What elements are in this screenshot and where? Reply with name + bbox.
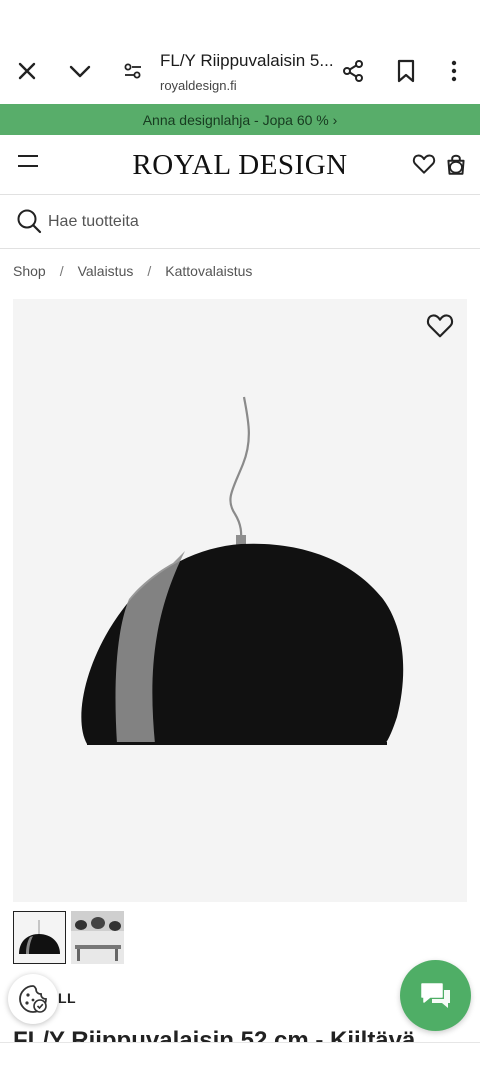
breadcrumb-valaistus[interactable]: Valaistus <box>78 263 134 279</box>
breadcrumb-separator: / <box>147 263 152 279</box>
bookmark-icon[interactable] <box>386 51 426 91</box>
page-settings-icon[interactable] <box>113 51 153 91</box>
search-icon[interactable] <box>16 208 42 239</box>
site-header: ROYAL DESIGN <box>0 135 480 195</box>
heart-icon[interactable] <box>411 151 439 179</box>
chevron-down-icon[interactable] <box>60 51 100 91</box>
browser-toolbar: FL/Y Riippuvalaisin 5... royaldesign.fi <box>0 0 480 104</box>
breadcrumb-shop[interactable]: Shop <box>13 263 46 279</box>
more-vert-icon[interactable] <box>434 51 474 91</box>
thumbnail-lamp-image <box>14 912 65 963</box>
pendant-lamp-illustration <box>81 396 404 745</box>
close-icon[interactable] <box>7 51 47 91</box>
bag-icon[interactable] <box>443 151 471 179</box>
product-title: FL/Y Riippuvalaisin 52 cm - Kiiltävä <box>13 1030 473 1042</box>
chat-icon <box>420 982 450 1008</box>
cookie-settings-icon[interactable] <box>8 974 58 1024</box>
thumbnail-interior-image <box>71 911 124 964</box>
promo-banner[interactable]: Anna designlahja - Jopa 60 % › <box>0 104 480 135</box>
product-title-text: FL/Y Riippuvalaisin 52 cm - Kiiltävä <box>13 1030 473 1042</box>
url-text[interactable]: royaldesign.fi <box>160 78 237 93</box>
product-image[interactable] <box>13 299 467 902</box>
bottom-bar <box>0 1042 480 1067</box>
chat-button[interactable] <box>400 960 471 1031</box>
search-bar <box>0 195 480 249</box>
breadcrumb: Shop / Valaistus / Kattovalaistus <box>13 263 252 279</box>
search-input[interactable] <box>48 207 448 237</box>
promo-text[interactable]: Anna designlahja - Jopa 60 % › <box>143 112 338 128</box>
thumbnail-2[interactable] <box>71 911 124 964</box>
share-icon[interactable] <box>333 51 373 91</box>
product-brand[interactable]: LL <box>58 990 76 1006</box>
tab-title[interactable]: FL/Y Riippuvalaisin 5... <box>160 51 334 71</box>
thumbnail-1[interactable] <box>13 911 66 964</box>
breadcrumb-separator: / <box>59 263 64 279</box>
site-logo[interactable]: ROYAL DESIGN <box>0 149 480 182</box>
breadcrumb-kattovalaistus[interactable]: Kattovalaistus <box>165 263 252 279</box>
